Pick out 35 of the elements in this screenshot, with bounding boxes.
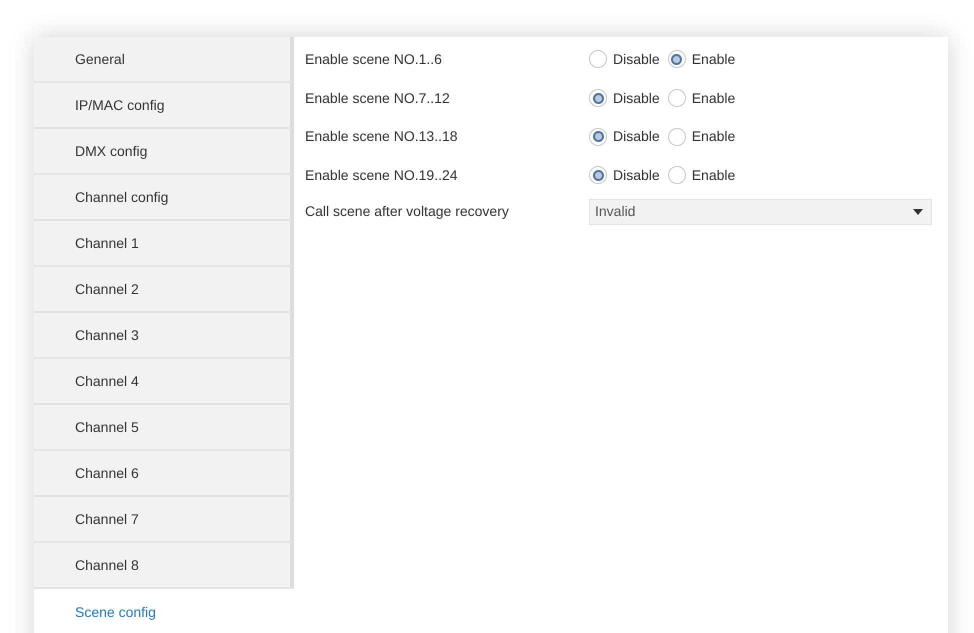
sidebar-item[interactable]: Channel 5	[34, 405, 294, 451]
sidebar-item[interactable]: DMX config	[34, 129, 294, 175]
dropdown[interactable]: Invalid	[589, 198, 932, 225]
radio-button[interactable]	[668, 89, 686, 108]
sidebar-item[interactable]: Channel 8	[34, 543, 294, 589]
radio-button[interactable]	[668, 128, 686, 146]
setting-label: Enable scene NO.7..12	[305, 88, 451, 108]
radio-label[interactable]: Disable	[613, 164, 660, 186]
radio-label[interactable]: Enable	[692, 88, 736, 109]
radio-button[interactable]	[668, 166, 686, 184]
setting-label: Enable scene NO.19..24	[305, 166, 459, 185]
caret-icon	[913, 208, 923, 215]
radio-label[interactable]: Enable	[692, 126, 736, 148]
sidebar-item[interactable]: Channel 6	[34, 451, 294, 497]
radio-label[interactable]: Disable	[613, 48, 660, 70]
sidebar-item[interactable]: Channel 2	[34, 267, 294, 313]
radio-button[interactable]	[589, 166, 607, 184]
radio-label[interactable]: Enable	[692, 164, 736, 186]
sidebar-item[interactable]: Channel 3	[34, 313, 294, 359]
radio-label[interactable]: Disable	[613, 88, 660, 109]
sidebar-item[interactable]: Channel 1	[34, 221, 294, 267]
radio-button[interactable]	[589, 50, 607, 68]
setting-label: Enable scene NO.13..18	[305, 127, 459, 146]
radio-label[interactable]: Disable	[613, 126, 660, 148]
sidebar-item[interactable]: Channel 4	[34, 359, 294, 405]
radio-button[interactable]	[589, 89, 607, 108]
radio-label[interactable]: Enable	[692, 48, 736, 70]
sidebar-item[interactable]: General	[34, 37, 294, 83]
sidebar-item[interactable]: Channel config	[34, 175, 294, 221]
radio-button[interactable]	[589, 128, 607, 146]
sidebar-item[interactable]: Channel 7	[34, 497, 294, 543]
radio-button[interactable]	[668, 50, 686, 68]
setting-label: Call scene after voltage recovery	[305, 202, 510, 222]
setting-label: Enable scene NO.1..6	[305, 50, 443, 69]
sidebar-item[interactable]: IP/MAC config	[34, 83, 294, 129]
